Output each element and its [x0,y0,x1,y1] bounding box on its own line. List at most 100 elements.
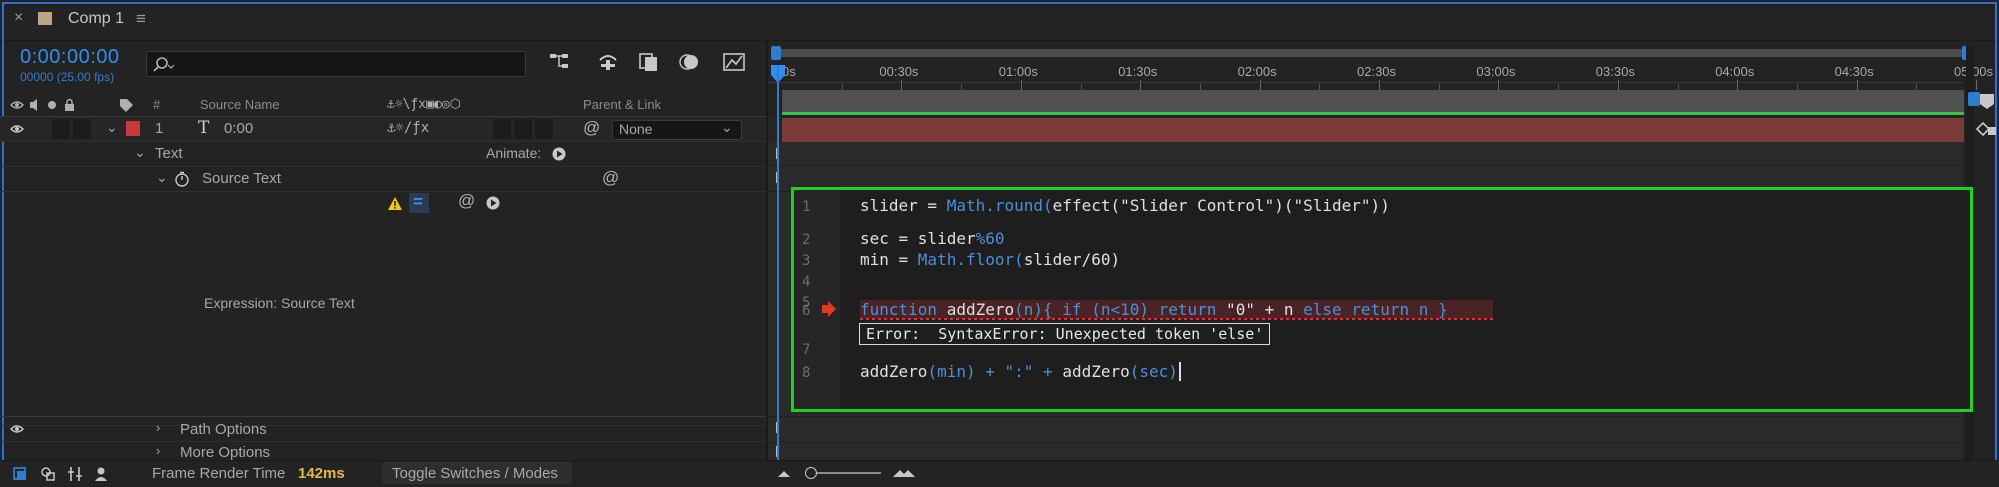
frame-rate-display: 00000 (25.00 fps) [20,70,115,84]
code-line-6[interactable]: function addZero(n){ if (n<10) return "0… [860,300,1448,319]
transfer-controls-pane-icon[interactable] [40,466,56,482]
code-line-1[interactable]: slider = Math.round(effect("Slider Contr… [860,196,1390,215]
layer-switches-pane-icon[interactable] [12,466,28,482]
composition-icon [38,12,52,25]
text-group-label: Text [155,145,183,162]
zoom-slider-thumb[interactable] [805,467,817,479]
composition-tab-bar: × Comp 1 ≡ [0,0,1999,41]
toggle-switches-modes-button[interactable]: Toggle Switches / Modes [382,462,572,484]
code-token: slider = [860,196,947,215]
render-time-pane-icon[interactable] [94,466,112,482]
work-area-range[interactable] [782,112,1964,115]
in-out-pane-icon[interactable] [67,466,83,482]
zoom-in-icon[interactable] [892,467,916,479]
line-number: 3 [802,253,811,269]
composition-tab-title[interactable]: Comp 1 [68,10,124,28]
playhead-line[interactable] [777,66,779,464]
code-line-4[interactable]: min = Math.floor(slider/60) [860,250,1120,269]
more-options-lane [768,442,1963,460]
more-options-row[interactable]: › More Options [0,441,768,460]
expand-more-options-chevron-icon[interactable]: › [156,443,160,458]
layer-switches-icons[interactable]: ⚓☼/ƒx [387,120,429,136]
column-source-name-header[interactable]: Source Name [200,97,279,112]
expression-enable-toggle[interactable]: = [409,192,429,213]
search-icon [153,57,175,72]
animate-label[interactable]: Animate: [486,145,541,161]
code-token: (n){ [1014,300,1063,319]
ruler-tick-label: 02:30s [1357,64,1397,79]
pick-whip-icon[interactable]: @ [602,168,619,188]
error-marker-arrow-icon[interactable] [822,301,836,317]
expand-layer-chevron-icon[interactable]: ⌄ [106,119,118,136]
search-input[interactable] [146,51,526,77]
expand-path-options-chevron-icon[interactable]: › [156,420,160,435]
switches-header-icons: ⚓☼\ƒx▣◐◎⬡ [387,97,461,112]
expression-error-message: Error: SyntaxError: Unexpected token 'el… [859,323,1271,345]
code-token: Math.round( [946,196,1053,215]
stopwatch-icon[interactable] [174,171,190,187]
pick-whip-icon[interactable]: @ [583,118,600,138]
lock-switch[interactable] [73,119,91,139]
code-token: (n<10) [1081,300,1159,319]
layer-number: 1 [155,120,164,137]
video-visibility-icon[interactable] [10,123,24,135]
layer-duration-bar[interactable] [782,118,1964,142]
switch-cell[interactable] [514,119,532,139]
expression-language-menu-icon[interactable] [486,196,500,210]
switch-cell[interactable] [535,119,553,139]
layer-name[interactable]: 0:00 [224,120,253,137]
text-group-row[interactable]: ⌄ Text Animate: [0,142,768,167]
code-token: else [1303,300,1342,319]
panel-menu-icon[interactable]: ≡ [136,9,146,29]
chevron-down-icon: ⌄ [721,119,733,135]
zoom-out-icon[interactable] [776,467,792,479]
ruler-baseline [768,82,1963,83]
column-parent-link-header[interactable]: Parent & Link [583,97,661,112]
expression-label: Expression: Source Text [204,295,355,311]
frame-render-time-label: Frame Render Time [152,465,286,482]
draft-3d-icon[interactable] [596,50,620,74]
solo-switch[interactable] [52,119,70,139]
expand-text-chevron-icon[interactable]: ⌄ [134,144,146,161]
expand-source-text-chevron-icon[interactable]: ⌄ [156,169,168,186]
layer-row[interactable]: ⌄ 1 T 0:00 ⚓☼/ƒx @ None ⌄ [0,117,768,142]
ruler-tick [1976,80,1977,90]
work-area-bar[interactable] [782,90,1964,112]
visibility-eye-icon[interactable] [10,423,24,435]
code-token: %60 [975,229,1005,248]
text-layer-icon: T [198,118,210,138]
timeline-menu-icon[interactable] [1974,120,1998,138]
toggle-switches-modes-label: Toggle Switches / Modes [392,465,558,482]
comp-marker-bin-icon[interactable] [1978,92,1998,110]
line-number: 8 [802,365,811,381]
ruler-tick-label: 04:00s [1715,64,1755,79]
animate-play-icon[interactable] [552,147,566,161]
warning-icon[interactable] [387,196,403,211]
close-tab-icon[interactable]: × [14,9,23,27]
source-text-label: Source Text [202,170,281,187]
code-token: (sec) [1129,362,1178,381]
expression-pick-whip-icon[interactable]: @ [458,191,475,211]
current-time-display[interactable]: 0:00:00:00 [20,46,120,69]
frame-blending-icon[interactable] [637,50,661,74]
text-cursor: ​ [1178,362,1181,381]
source-text-row[interactable]: ⌄ Source Text @ [0,167,768,192]
code-token: min = [860,250,918,269]
navigator-start-handle[interactable] [771,46,781,60]
label-color-swatch[interactable] [126,121,140,136]
time-navigator-bar[interactable] [775,49,1965,57]
path-options-row[interactable]: › Path Options [0,416,768,442]
code-line-3[interactable]: sec = slider%60 [860,229,1005,248]
switch-cell[interactable] [493,119,511,139]
equals-icon: = [413,192,423,211]
motion-blur-icon[interactable] [678,50,702,74]
ruler-tick-label: 01:00s [998,64,1038,79]
ruler-tick-label: 03:30s [1595,64,1635,79]
code-token: addZero [937,300,1015,319]
code-token: return [1158,300,1217,319]
code-line-8[interactable]: addZero(min) + ":" + addZero(sec)​ [860,362,1181,381]
composition-flowchart-icon[interactable] [548,50,572,74]
graph-editor-icon[interactable] [722,50,748,74]
expression-editor[interactable]: 1 2 3 4 5 6 7 8 slider = Math.round(effe… [791,187,1973,412]
parent-dropdown[interactable]: None ⌄ [612,119,742,140]
